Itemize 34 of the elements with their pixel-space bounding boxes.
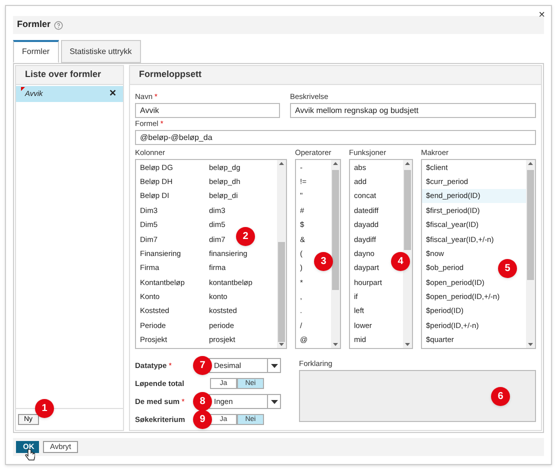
panel-header: Formeloppsett [130,66,541,85]
close-button[interactable]: × [538,7,545,24]
callout-badge: 7 [193,356,212,375]
input-field[interactable]: Avvik [135,103,280,118]
panel-header: Liste over formler [16,66,123,85]
callout-badge: 8 [193,392,212,411]
scroll-up-icon[interactable] [279,162,284,165]
caret-icon [270,400,278,404]
scroll-down-icon[interactable] [333,343,338,346]
tab[interactable]: Formler [13,40,59,63]
remove-button[interactable]: ✕ [109,87,117,101]
scrollbar[interactable] [526,160,535,348]
callout-badge: 1 [35,399,54,418]
scroll-up-icon[interactable] [333,162,338,165]
scrollbar[interactable] [403,160,412,348]
scroll-down-icon[interactable] [405,343,410,346]
dialog-title: Formler [17,18,51,32]
callout-badge: 6 [491,386,510,406]
scrollbar[interactable] [331,160,340,348]
help-icon[interactable] [54,20,63,30]
callout-badge: 2 [236,227,255,246]
callout-badge: 4 [391,252,410,271]
tab[interactable]: Statistiske uttrykk [60,40,141,63]
scroll-up-icon[interactable] [528,162,533,165]
callout-badge: 9 [193,410,212,429]
callout-badge: 5 [498,259,517,278]
list-box[interactable] [135,159,287,349]
caret-icon [270,364,278,368]
callout-badge: 3 [314,252,333,271]
scroll-down-icon[interactable] [528,343,533,346]
scrollbar[interactable] [277,160,286,348]
input-field[interactable]: Avvik mellom regnskap og budsjett [290,103,536,118]
input-field[interactable]: @beløp-@beløp_da [135,130,536,145]
scroll-up-icon[interactable] [405,162,410,165]
